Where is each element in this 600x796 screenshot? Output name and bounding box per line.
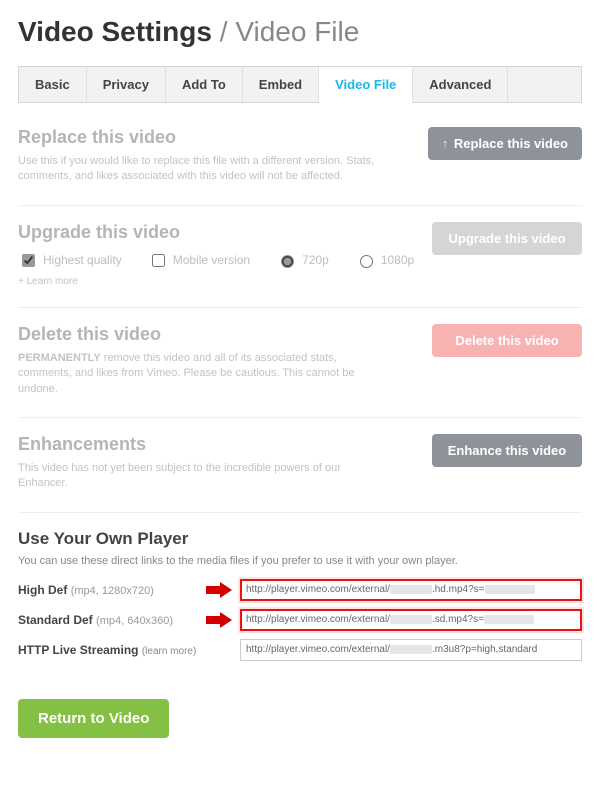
url-hls[interactable]: http://player.vimeo.com/external/.m3u8?p… bbox=[240, 639, 582, 661]
format-standard-def: (mp4, 640x360) bbox=[96, 615, 173, 627]
label-high-def: High Def bbox=[18, 583, 67, 597]
upgrade-learn-more[interactable]: + Learn more bbox=[18, 276, 432, 287]
delete-desc: PERMANENTLY remove this video and all of… bbox=[18, 351, 388, 397]
opt-mobile-version[interactable]: Mobile version bbox=[148, 251, 250, 270]
tab-embed[interactable]: Embed bbox=[243, 67, 319, 102]
arrow-icon bbox=[206, 582, 232, 598]
label-standard-def: Standard Def bbox=[18, 613, 93, 627]
enhance-video-button[interactable]: Enhance this video bbox=[432, 434, 582, 467]
url-high-def[interactable]: http://player.vimeo.com/external/.hd.mp4… bbox=[240, 579, 582, 601]
label-hls: HTTP Live Streaming bbox=[18, 643, 138, 657]
enhancements-heading: Enhancements bbox=[18, 434, 388, 455]
upload-icon: ↑ bbox=[442, 138, 448, 150]
row-standard-def: Standard Def (mp4, 640x360) http://playe… bbox=[18, 609, 582, 631]
section-delete: Delete this video PERMANENTLY remove thi… bbox=[18, 318, 582, 418]
section-enhancements: Enhancements This video has not yet been… bbox=[18, 428, 582, 513]
row-high-def: High Def (mp4, 1280x720) http://player.v… bbox=[18, 579, 582, 601]
replace-video-button[interactable]: ↑ Replace this video bbox=[428, 127, 582, 160]
tab-privacy[interactable]: Privacy bbox=[87, 67, 166, 102]
tabs: Basic Privacy Add To Embed Video File Ad… bbox=[18, 66, 582, 103]
tab-add-to[interactable]: Add To bbox=[166, 67, 243, 102]
delete-heading: Delete this video bbox=[18, 324, 388, 345]
own-player-desc: You can use these direct links to the me… bbox=[18, 555, 582, 567]
page-title: Video Settings / Video File bbox=[18, 16, 582, 48]
upgrade-heading: Upgrade this video bbox=[18, 222, 432, 243]
url-standard-def[interactable]: http://player.vimeo.com/external/.sd.mp4… bbox=[240, 609, 582, 631]
replace-heading: Replace this video bbox=[18, 127, 388, 148]
row-hls: HTTP Live Streaming (learn more) http://… bbox=[18, 639, 582, 661]
upgrade-video-button[interactable]: Upgrade this video bbox=[432, 222, 582, 255]
return-to-video-button[interactable]: Return to Video bbox=[18, 699, 169, 738]
opt-highest-quality[interactable]: Highest quality bbox=[18, 251, 122, 270]
hls-learn-more[interactable]: (learn more) bbox=[142, 646, 196, 657]
section-own-player: Use Your Own Player You can use these di… bbox=[18, 523, 582, 689]
format-high-def: (mp4, 1280x720) bbox=[71, 585, 154, 597]
tab-basic[interactable]: Basic bbox=[19, 67, 87, 102]
section-replace: Replace this video Use this if you would… bbox=[18, 121, 582, 206]
own-player-heading: Use Your Own Player bbox=[18, 529, 582, 549]
enhancements-desc: This video has not yet been subject to t… bbox=[18, 461, 388, 492]
opt-720p[interactable]: 720p bbox=[276, 252, 329, 268]
tab-video-file[interactable]: Video File bbox=[319, 67, 413, 103]
replace-desc: Use this if you would like to replace th… bbox=[18, 154, 388, 185]
tab-advanced[interactable]: Advanced bbox=[413, 67, 508, 102]
opt-1080p[interactable]: 1080p bbox=[355, 252, 414, 268]
delete-video-button[interactable]: Delete this video bbox=[432, 324, 582, 357]
arrow-icon bbox=[206, 612, 232, 628]
section-upgrade: Upgrade this video Highest quality Mobil… bbox=[18, 216, 582, 308]
